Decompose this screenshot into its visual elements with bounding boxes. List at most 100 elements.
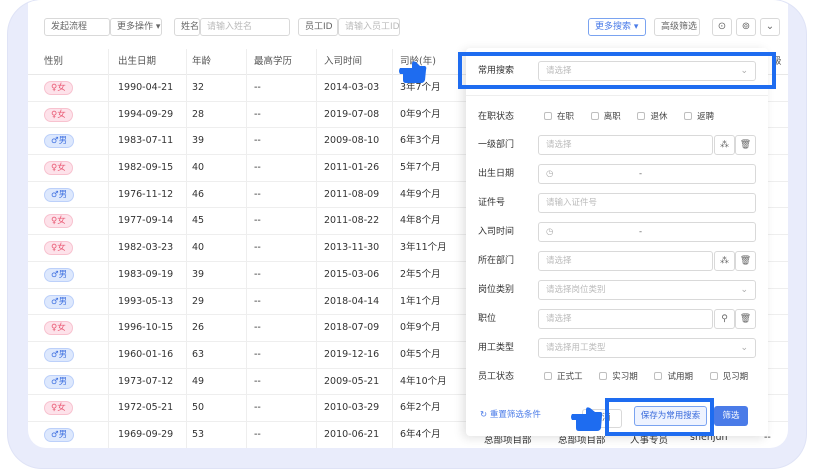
age-cell: 40 bbox=[192, 162, 205, 174]
advanced-filter-button[interactable]: 高级筛选 bbox=[654, 18, 700, 36]
settings-icon[interactable]: ⊚ bbox=[736, 18, 756, 36]
birth-date-cell: 1977-09-14 bbox=[118, 215, 174, 227]
birth-date-range[interactable]: ◷ - bbox=[538, 164, 756, 184]
header-join-date[interactable]: 入司时间 bbox=[324, 49, 362, 75]
org-tree-icon[interactable]: ⁂ bbox=[714, 251, 735, 271]
education-cell: -- bbox=[254, 268, 261, 280]
age-cell: 49 bbox=[192, 375, 205, 387]
chevron-down-icon: ⌄ bbox=[740, 343, 748, 353]
emp-type-placeholder: 请选择用工类型 bbox=[546, 343, 606, 353]
header-gender[interactable]: 性别 bbox=[44, 49, 63, 75]
filter-button[interactable]: 筛选 bbox=[714, 406, 748, 426]
start-process-button[interactable]: 发起流程 bbox=[44, 18, 110, 36]
employee-id-input[interactable]: 请输入员工ID bbox=[338, 18, 400, 36]
gender-badge: ♂男 bbox=[44, 134, 75, 149]
education-cell: -- bbox=[254, 375, 261, 387]
trash-icon[interactable]: 🗑 bbox=[735, 309, 756, 329]
age-cell: 39 bbox=[192, 268, 205, 280]
more-actions-button[interactable]: 更多操作 ▾ bbox=[110, 18, 162, 36]
tenure-cell: 6年2个月 bbox=[400, 402, 441, 414]
reset-icon: ↻ bbox=[480, 410, 488, 420]
person-icon[interactable]: ⚲ bbox=[714, 309, 735, 329]
header-education[interactable]: 最高学历 bbox=[254, 49, 292, 75]
join-date-cell: 2019-07-08 bbox=[324, 108, 380, 120]
trash-icon[interactable]: 🗑 bbox=[735, 251, 756, 271]
dept1-row: 一级部门 请选择 ⁂ 🗑 bbox=[478, 135, 756, 155]
birth-date-cell: 1982-09-15 bbox=[118, 162, 174, 174]
gender-badge: ♂男 bbox=[44, 374, 75, 389]
checkbox-rehired[interactable]: 返聘 bbox=[684, 107, 714, 127]
checkbox-retired[interactable]: 退休 bbox=[637, 107, 667, 127]
gender-cell: ♀女 bbox=[44, 315, 73, 341]
reset-filters-link[interactable]: ↻ 重置筛选条件 bbox=[480, 408, 541, 420]
trash-icon[interactable]: 🗑 bbox=[735, 135, 756, 155]
checkbox-in-service[interactable]: 在职 bbox=[544, 107, 574, 127]
gender-badge: ♂男 bbox=[44, 267, 75, 282]
age-cell: 50 bbox=[192, 402, 205, 414]
tenure-cell: 3年11个月 bbox=[400, 242, 447, 254]
gender-cell: ♀女 bbox=[44, 395, 73, 421]
tenure-cell: 0年9个月 bbox=[400, 322, 441, 334]
emp-type-select[interactable]: 请选择用工类型 ⌄ bbox=[538, 338, 756, 358]
pointing-hand-icon bbox=[571, 407, 603, 431]
birth-row: 出生日期 ◷ - bbox=[478, 164, 756, 184]
birth-label: 出生日期 bbox=[478, 169, 515, 179]
age-cell: 53 bbox=[192, 428, 205, 440]
education-cell: -- bbox=[254, 188, 261, 200]
gender-cell: ♀女 bbox=[44, 235, 73, 261]
tenure-cell: 1年1个月 bbox=[400, 295, 441, 307]
birth-date-cell: 1994-09-29 bbox=[118, 108, 174, 120]
gender-cell: ♂男 bbox=[44, 289, 75, 315]
post-type-label: 岗位类别 bbox=[478, 285, 515, 295]
status-options: 在职 离职 退休 返聘 bbox=[544, 107, 728, 127]
gender-cell: ♂男 bbox=[44, 422, 75, 448]
checkbox-resigned[interactable]: 离职 bbox=[590, 107, 621, 127]
gender-cell: ♂男 bbox=[44, 128, 75, 154]
education-cell: -- bbox=[254, 322, 261, 334]
education-cell: -- bbox=[254, 295, 261, 307]
more-search-button[interactable]: 更多搜索 ▾ bbox=[588, 18, 646, 36]
clock-icon: ◷ bbox=[546, 227, 554, 237]
checkbox-intern[interactable]: 实习期 bbox=[599, 367, 638, 387]
emp-type-row: 用工类型 请选择用工类型 ⌄ bbox=[478, 338, 756, 358]
join-date-cell: 2011-08-22 bbox=[324, 215, 380, 227]
education-cell: -- bbox=[254, 215, 261, 227]
birth-date-cell: 1960-01-16 bbox=[118, 348, 174, 360]
gender-badge: ♀女 bbox=[44, 107, 73, 122]
age-cell: 63 bbox=[192, 348, 205, 360]
join-date-cell: 2018-04-14 bbox=[324, 295, 380, 307]
position-row: 职位 请选择 ⚲ 🗑 bbox=[478, 309, 756, 329]
dept1-select[interactable]: 请选择 bbox=[538, 135, 713, 155]
checkbox-probation[interactable]: 试用期 bbox=[654, 367, 693, 387]
education-cell: -- bbox=[254, 402, 261, 414]
checkbox-trainee[interactable]: 见习期 bbox=[709, 367, 748, 387]
divider bbox=[466, 95, 768, 96]
expand-icon[interactable]: ⌄ bbox=[760, 18, 780, 36]
gender-badge: ♀女 bbox=[44, 241, 73, 256]
post-type-select[interactable]: 请选择岗位类别 ⌄ bbox=[538, 280, 756, 300]
birth-date-cell: 1976-11-12 bbox=[118, 188, 174, 200]
status-row: 在职状态 在职 离职 退休 返聘 bbox=[478, 107, 756, 127]
checkbox-regular[interactable]: 正式工 bbox=[544, 367, 583, 387]
gender-cell: ♀女 bbox=[44, 155, 73, 181]
join-date-range[interactable]: ◷ - bbox=[538, 222, 756, 242]
clock-icon[interactable]: ⊙ bbox=[712, 18, 732, 36]
birth-date-cell: 1972-05-21 bbox=[118, 402, 174, 414]
name-search-input[interactable]: 请输入姓名 bbox=[200, 18, 290, 36]
gender-badge: ♀女 bbox=[44, 214, 73, 229]
status-label: 在职状态 bbox=[478, 112, 515, 122]
tenure-cell: 2年5个月 bbox=[400, 268, 441, 280]
dept-row: 所在部门 请选择 ⁂ 🗑 bbox=[478, 251, 756, 271]
join-date-cell: 2009-05-21 bbox=[324, 375, 380, 387]
gender-badge: ♂男 bbox=[44, 427, 75, 442]
join-date-cell: 2011-01-26 bbox=[324, 162, 380, 174]
header-age[interactable]: 年龄 bbox=[192, 49, 211, 75]
position-select[interactable]: 请选择 bbox=[538, 309, 713, 329]
header-birth-date[interactable]: 出生日期 bbox=[118, 49, 156, 75]
dept-select[interactable]: 请选择 bbox=[538, 251, 713, 271]
advanced-search-panel: 常用搜索 请选择 ⌄ 在职状态 在职 离职 退休 返聘 一级部门 请选择 ⁂ 🗑… bbox=[466, 48, 768, 436]
tenure-cell: 4年9个月 bbox=[400, 188, 441, 200]
emp-status-options: 正式工 实习期 试用期 见习期 bbox=[544, 367, 762, 387]
id-number-input[interactable]: 请输入证件号 bbox=[538, 193, 756, 213]
org-tree-icon[interactable]: ⁂ bbox=[714, 135, 735, 155]
